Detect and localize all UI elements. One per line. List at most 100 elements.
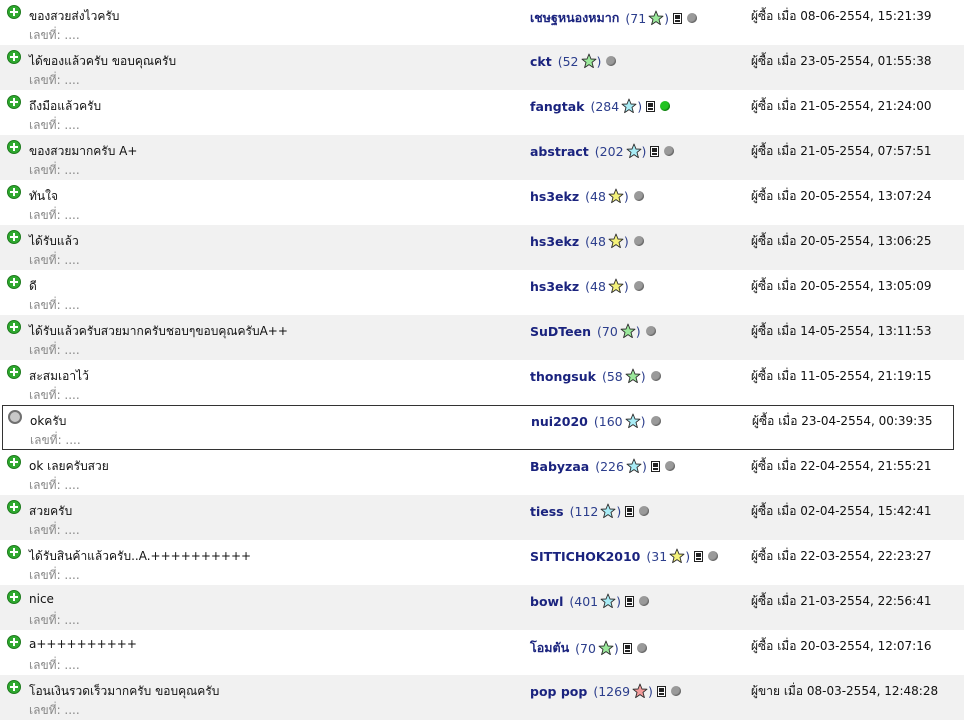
rating-star-icon[interactable] — [625, 368, 641, 384]
feedback-user: ckt (52) — [530, 53, 617, 69]
feedback-timestamp: ผู้ซื้อ เมื่อ 20-03-2554, 12:07:16 — [751, 639, 932, 653]
feedback-row: โอนเงินรวดเร็วมากครับ ขอบคุณครับ เลขที่: … — [0, 675, 964, 720]
feedback-comment: ดี — [29, 279, 37, 293]
username-link[interactable]: fangtak — [530, 99, 584, 114]
feedback-user: โอมตัน (70) — [530, 638, 647, 658]
feedback-user: SuDTeen (70) — [530, 323, 656, 339]
username-link[interactable]: เชษฐหนองหมาก — [530, 8, 619, 28]
id-card-icon[interactable] — [650, 460, 660, 472]
id-card-icon[interactable] — [625, 595, 635, 607]
feedback-ref: เลขที่: .... — [29, 388, 80, 402]
score-close-paren: ) — [640, 368, 646, 384]
id-card-icon[interactable] — [622, 642, 632, 654]
user-score: (71 — [625, 10, 647, 26]
rating-star-icon[interactable] — [626, 143, 642, 159]
username-link[interactable]: hs3ekz — [530, 189, 579, 204]
username-link[interactable]: SITTICHOK2010 — [530, 549, 640, 564]
rating-star-icon[interactable] — [608, 233, 624, 249]
id-card-icon[interactable] — [625, 505, 635, 517]
username-link[interactable]: ckt — [530, 54, 552, 69]
username-link[interactable]: abstract — [530, 144, 589, 159]
rating-star-icon[interactable] — [598, 640, 614, 656]
score-close-paren: ) — [685, 548, 691, 564]
feedback-timestamp: ผู้ซื้อ เมื่อ 21-05-2554, 07:57:51 — [751, 144, 932, 158]
score-close-paren: ) — [616, 503, 622, 519]
feedback-comment: สวยครับ — [29, 504, 73, 518]
rating-star-icon[interactable] — [626, 458, 642, 474]
username-link[interactable]: SuDTeen — [530, 324, 591, 339]
feedback-row: ได้รับแล้วครับสวยมากครับชอบๆขอบคุณครับA+… — [0, 315, 964, 360]
plus-icon — [7, 230, 21, 244]
user-score: (1269 — [593, 683, 631, 699]
user-score: (226 — [595, 458, 624, 474]
id-card-icon[interactable] — [673, 12, 683, 24]
feedback-user: hs3ekz (48) — [530, 278, 644, 294]
id-card-icon[interactable] — [694, 550, 704, 562]
username-link[interactable]: bowl — [530, 594, 563, 609]
feedback-timestamp: ผู้ขาย เมื่อ 08-03-2554, 12:48:28 — [751, 684, 939, 698]
offline-status-icon — [639, 506, 650, 516]
offline-status-icon — [633, 191, 644, 201]
feedback-user: bowl (401) — [530, 593, 650, 609]
username-link[interactable]: tiess — [530, 504, 564, 519]
username-link[interactable]: thongsuk — [530, 369, 596, 384]
feedback-list: ของสวยส่งไวครับ เลขที่: .... เชษฐหนองหมาก (… — [0, 0, 964, 720]
feedback-user: SITTICHOK2010 (31) — [530, 548, 719, 564]
feedback-ref: เลขที่: .... — [29, 73, 80, 87]
rating-star-icon[interactable] — [620, 323, 636, 339]
user-score: (31 — [646, 548, 668, 564]
plus-icon — [7, 185, 21, 199]
plus-icon — [7, 545, 21, 559]
username-link[interactable]: โอมตัน — [530, 638, 569, 658]
offline-status-icon — [639, 596, 650, 606]
feedback-ref: เลขที่: .... — [29, 478, 80, 492]
feedback-ref: เลขที่: .... — [29, 28, 80, 42]
feedback-ref: เลขที่: .... — [30, 433, 81, 447]
rating-star-icon[interactable] — [669, 548, 685, 564]
feedback-user: hs3ekz (48) — [530, 233, 644, 249]
username-link[interactable]: pop pop — [530, 684, 587, 699]
id-card-icon[interactable] — [650, 145, 660, 157]
rating-star-icon[interactable] — [608, 278, 624, 294]
feedback-comment: สะสมเอาไว้ — [29, 369, 89, 383]
id-card-icon[interactable] — [656, 685, 666, 697]
feedback-ref: เลขที่: .... — [29, 298, 80, 312]
feedback-ref: เลขที่: .... — [29, 658, 80, 672]
feedback-ref: เลขที่: .... — [29, 343, 80, 357]
feedback-row: สวยครับ เลขที่: .... tiess (112) ผู้ซื้อ เมื… — [0, 495, 964, 540]
user-score: (160 — [593, 413, 623, 429]
feedback-row: ถึงมือแล้วครับ เลขที่: .... fangtak (284) ผู… — [0, 90, 964, 135]
feedback-user: tiess (112) — [530, 503, 650, 519]
feedback-timestamp: ผู้ซื้อ เมื่อ 21-03-2554, 22:56:41 — [751, 594, 932, 608]
feedback-timestamp: ผู้ซื้อ เมื่อ 11-05-2554, 21:19:15 — [751, 369, 932, 383]
rating-star-icon[interactable] — [608, 188, 624, 204]
feedback-timestamp: ผู้ซื้อ เมื่อ 23-04-2554, 00:39:35 — [752, 414, 933, 428]
plus-icon — [7, 140, 21, 154]
username-link[interactable]: hs3ekz — [530, 234, 579, 249]
rating-star-icon[interactable] — [632, 683, 648, 699]
username-link[interactable]: Babyzaa — [530, 459, 589, 474]
feedback-comment: okครับ — [30, 414, 67, 428]
feedback-comment: ทันใจ — [29, 189, 59, 203]
user-score: (48 — [585, 188, 606, 204]
username-link[interactable]: hs3ekz — [530, 279, 579, 294]
id-card-icon[interactable] — [646, 100, 656, 112]
rating-star-icon[interactable] — [625, 413, 641, 429]
neutral-circle-icon — [8, 410, 22, 424]
user-score: (401 — [569, 593, 599, 609]
score-close-paren: ) — [641, 458, 647, 474]
username-link[interactable]: nui2020 — [531, 414, 588, 429]
offline-status-icon — [636, 643, 647, 653]
feedback-ref: เลขที่: .... — [29, 613, 80, 627]
rating-star-icon[interactable] — [621, 98, 637, 114]
feedback-comment: nice — [29, 592, 54, 606]
rating-star-icon[interactable] — [600, 593, 616, 609]
rating-star-icon[interactable] — [600, 503, 616, 519]
user-score: (284 — [590, 98, 620, 114]
feedback-timestamp: ผู้ซื้อ เมื่อ 20-05-2554, 13:06:25 — [751, 234, 932, 248]
rating-star-icon[interactable] — [648, 10, 664, 26]
feedback-comment: a++++++++++ — [29, 637, 137, 651]
plus-icon — [7, 50, 21, 64]
rating-star-icon[interactable] — [581, 53, 597, 69]
plus-icon — [7, 365, 21, 379]
